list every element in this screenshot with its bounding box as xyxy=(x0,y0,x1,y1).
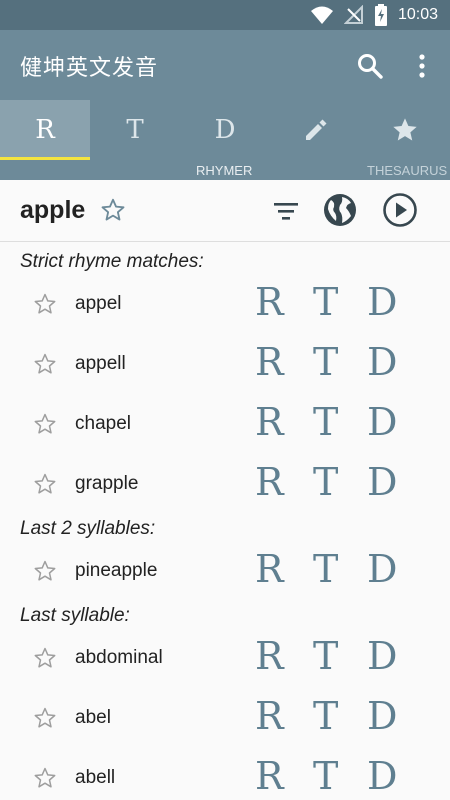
thesaurus-link[interactable]: T xyxy=(313,460,338,504)
star-outline-icon[interactable] xyxy=(33,472,57,496)
dictionary-link[interactable]: D xyxy=(367,694,397,738)
rhyme-word: abdominal xyxy=(75,647,163,668)
list-item[interactable]: appel R T D xyxy=(0,274,450,334)
tab-bar: R T D xyxy=(0,100,450,160)
search-icon[interactable] xyxy=(356,52,384,80)
app-bar: 健坤英文发音 xyxy=(0,30,450,100)
star-icon xyxy=(393,118,417,141)
rhyme-word: abell xyxy=(75,767,116,788)
star-outline-icon[interactable] xyxy=(33,766,57,790)
star-outline-icon[interactable] xyxy=(33,559,57,583)
list-item[interactable]: abel R T D xyxy=(0,688,450,748)
rhymer-link[interactable]: R xyxy=(255,340,284,384)
thesaurus-link[interactable]: T xyxy=(313,400,338,444)
results-list: Strict rhyme matches: appel R T D appell… xyxy=(0,243,450,800)
rhyme-word: abel xyxy=(75,707,111,728)
tab-composer[interactable] xyxy=(270,100,360,160)
star-outline-icon[interactable] xyxy=(100,197,126,223)
word-header: apple xyxy=(0,180,450,242)
globe-icon[interactable] xyxy=(322,192,358,228)
dictionary-link[interactable]: D xyxy=(367,280,397,324)
star-outline-icon[interactable] xyxy=(33,646,57,670)
rhymer-link[interactable]: R xyxy=(255,460,284,504)
dictionary-link[interactable]: D xyxy=(367,340,397,384)
dictionary-link[interactable]: D xyxy=(367,754,397,798)
section-label-strict: Strict rhyme matches: xyxy=(20,251,204,272)
list-item[interactable]: abell R T D xyxy=(0,748,450,800)
tab-favorites[interactable] xyxy=(360,100,450,160)
thesaurus-link[interactable]: T xyxy=(313,280,338,324)
rhymer-link[interactable]: R xyxy=(255,280,284,324)
section-label-last-one: Last syllable: xyxy=(20,605,130,626)
star-outline-icon[interactable] xyxy=(33,412,57,436)
query-word: apple xyxy=(20,196,86,224)
dictionary-link[interactable]: D xyxy=(367,547,397,591)
status-icons: 10:03 xyxy=(310,4,438,26)
list-item[interactable]: chapel R T D xyxy=(0,394,450,454)
battery-charging-icon xyxy=(374,4,387,26)
rhymer-link[interactable]: R xyxy=(255,547,284,591)
star-outline-icon[interactable] xyxy=(33,292,57,316)
tab-thesaurus[interactable]: T xyxy=(90,100,180,160)
rhyme-word: pineapple xyxy=(75,560,158,581)
list-item[interactable]: abdominal R T D xyxy=(0,628,450,688)
thesaurus-link[interactable]: T xyxy=(313,340,338,384)
dictionary-link[interactable]: D xyxy=(367,460,397,504)
thesaurus-link[interactable]: T xyxy=(313,694,338,738)
rhyme-word: grapple xyxy=(75,473,139,494)
rhyme-word: appel xyxy=(75,293,122,314)
list-item[interactable]: appell R T D xyxy=(0,334,450,394)
subtab-strip: RHYMER THESAURUS xyxy=(0,160,450,180)
dictionary-link[interactable]: D xyxy=(367,634,397,678)
status-time: 10:03 xyxy=(397,6,438,23)
rhymer-link[interactable]: R xyxy=(255,400,284,444)
thesaurus-link[interactable]: T xyxy=(313,547,338,591)
wifi-icon xyxy=(310,6,333,24)
rhyme-word: chapel xyxy=(75,413,131,434)
dictionary-link[interactable]: D xyxy=(367,400,397,444)
tab-rhymer-label: R xyxy=(35,115,55,145)
subtab-rhymer[interactable]: RHYMER xyxy=(196,163,252,178)
tab-dictionary-label: D xyxy=(214,115,236,145)
play-circle-icon[interactable] xyxy=(382,192,418,228)
tab-rhymer[interactable]: R xyxy=(0,100,90,160)
rhyme-word: appell xyxy=(75,353,126,374)
thesaurus-link[interactable]: T xyxy=(313,754,338,798)
rhymer-link[interactable]: R xyxy=(255,694,284,738)
star-outline-icon[interactable] xyxy=(33,352,57,376)
section-label-last-two: Last 2 syllables: xyxy=(20,518,156,539)
app-title: 健坤英文发音 xyxy=(20,56,159,81)
overflow-menu-icon[interactable] xyxy=(410,52,434,80)
rhymer-link[interactable]: R xyxy=(255,754,284,798)
thesaurus-link[interactable]: T xyxy=(313,634,338,678)
list-item[interactable]: grapple R T D xyxy=(0,454,450,514)
tab-dictionary[interactable]: D xyxy=(180,100,270,160)
star-outline-icon[interactable] xyxy=(33,706,57,730)
pencil-icon xyxy=(306,119,327,140)
list-item[interactable]: pineapple R T D xyxy=(0,541,450,601)
tab-thesaurus-label: T xyxy=(126,115,144,145)
status-bar: 10:03 xyxy=(0,0,450,30)
rhymer-link[interactable]: R xyxy=(255,634,284,678)
subtab-thesaurus[interactable]: THESAURUS xyxy=(367,163,447,178)
filter-icon[interactable] xyxy=(272,200,300,222)
no-signal-icon xyxy=(343,5,363,24)
